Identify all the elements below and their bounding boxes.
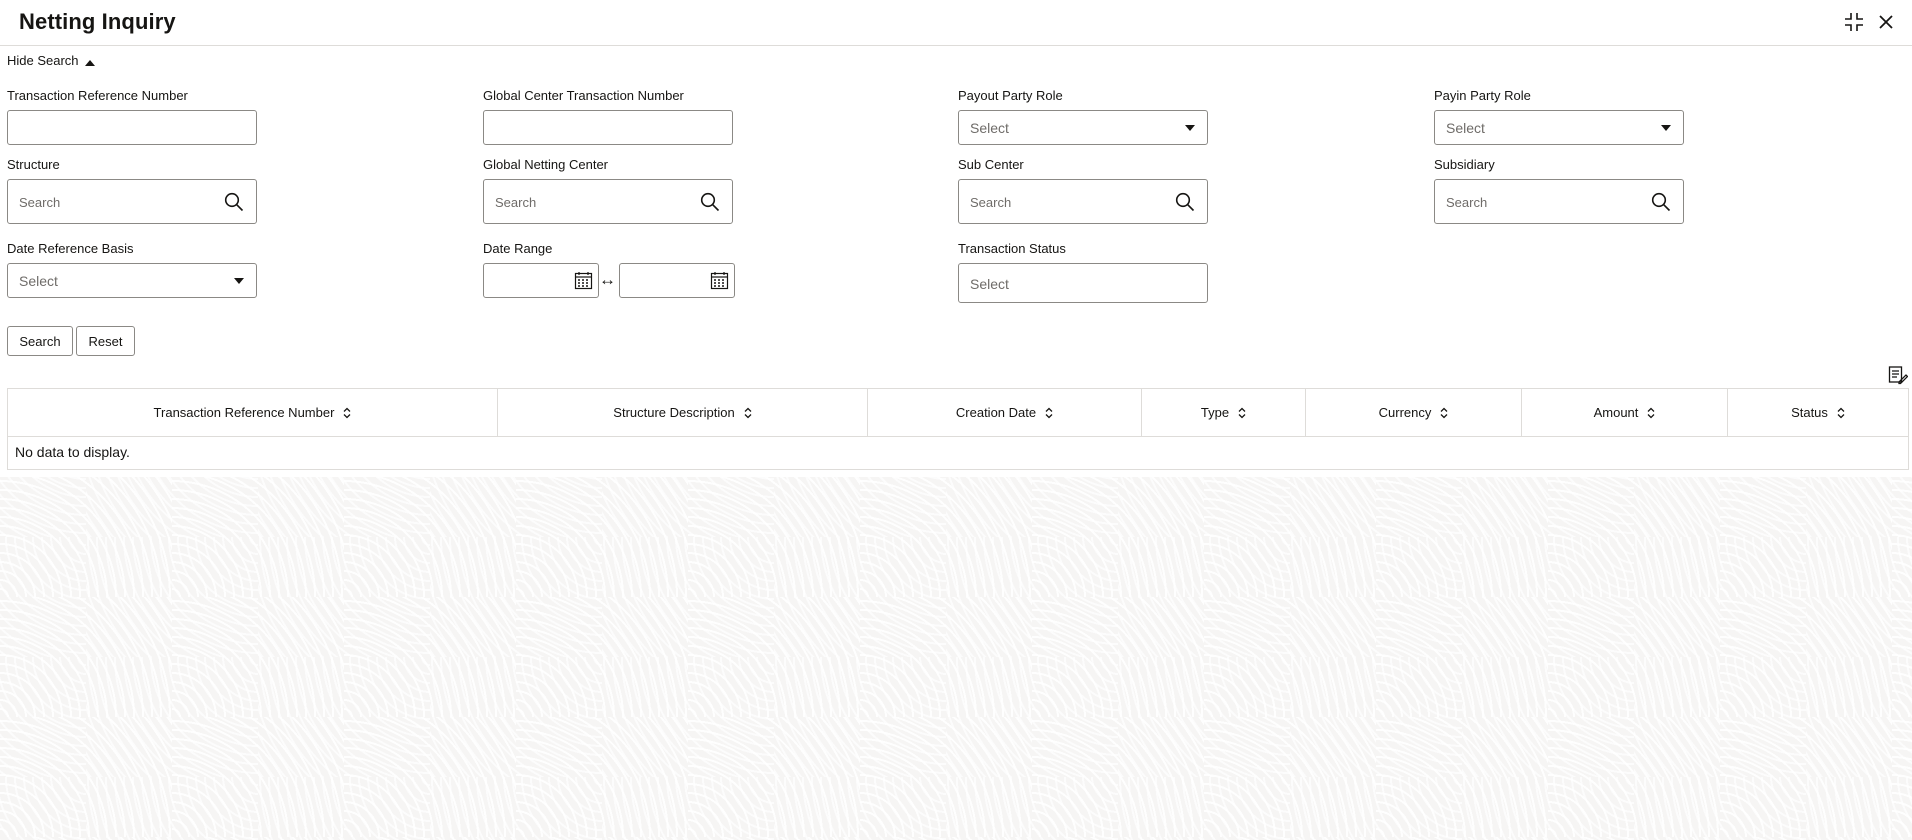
- collapse-icon[interactable]: [1843, 11, 1865, 33]
- transaction-status-select[interactable]: Select: [958, 263, 1208, 303]
- date-range-from-input[interactable]: [483, 263, 599, 298]
- sort-icon: [1045, 407, 1053, 418]
- chevron-down-icon: [1185, 125, 1195, 131]
- payout-party-role-select[interactable]: Select: [958, 110, 1208, 145]
- page-header: Netting Inquiry: [0, 0, 1912, 46]
- chevron-down-icon: [1661, 125, 1671, 131]
- date-reference-basis-label: Date Reference Basis: [7, 241, 134, 256]
- search-icon[interactable]: [1651, 192, 1671, 212]
- sort-icon: [1440, 407, 1448, 418]
- sub-center-placeholder: Search: [970, 195, 1012, 210]
- sort-icon: [744, 407, 752, 418]
- structure-search-input[interactable]: Search: [7, 179, 257, 224]
- global-netting-center-label: Global Netting Center: [483, 157, 609, 172]
- caret-up-icon: [84, 59, 95, 66]
- column-header-currency[interactable]: Currency: [1306, 389, 1522, 436]
- calendar-icon[interactable]: [574, 271, 593, 290]
- close-icon[interactable]: [1875, 11, 1897, 33]
- structure-placeholder: Search: [19, 195, 61, 210]
- sort-icon: [1837, 407, 1845, 418]
- sort-icon: [343, 407, 351, 418]
- column-header-transaction-reference-number[interactable]: Transaction Reference Number: [8, 389, 498, 436]
- date-range-label: Date Range: [483, 241, 553, 256]
- reset-button[interactable]: Reset: [76, 326, 135, 356]
- global-netting-center-placeholder: Search: [495, 195, 537, 210]
- hide-search-label: Hide Search: [7, 53, 79, 68]
- date-reference-basis-select[interactable]: Select: [7, 263, 257, 298]
- search-icon[interactable]: [224, 192, 244, 212]
- column-header-label: Structure Description: [613, 405, 735, 420]
- payout-party-role-label: Payout Party Role: [958, 88, 1063, 103]
- search-icon[interactable]: [700, 192, 720, 212]
- global-center-transaction-number-label: Global Center Transaction Number: [483, 88, 684, 103]
- search-icon[interactable]: [1175, 192, 1195, 212]
- structure-label: Structure: [7, 157, 60, 172]
- subsidiary-search-input[interactable]: Search: [1434, 179, 1684, 224]
- column-header-label: Currency: [1378, 405, 1432, 420]
- column-header-label: Transaction Reference Number: [153, 405, 335, 420]
- page-title: Netting Inquiry: [19, 9, 176, 34]
- column-header-structure-description[interactable]: Structure Description: [498, 389, 868, 436]
- global-netting-center-search-input[interactable]: Search: [483, 179, 733, 224]
- search-button[interactable]: Search: [7, 326, 73, 356]
- results-table: Transaction Reference Number Structure D…: [7, 388, 1909, 470]
- sort-icon: [1647, 407, 1655, 418]
- sub-center-label: Sub Center: [958, 157, 1024, 172]
- payin-party-role-value: Select: [1446, 120, 1485, 136]
- hide-search-toggle[interactable]: Hide Search: [7, 53, 95, 68]
- calendar-icon[interactable]: [710, 271, 729, 290]
- column-header-type[interactable]: Type: [1142, 389, 1306, 436]
- subsidiary-placeholder: Search: [1446, 195, 1488, 210]
- sub-center-search-input[interactable]: Search: [958, 179, 1208, 224]
- transaction-reference-number-label: Transaction Reference Number: [7, 88, 188, 103]
- date-range-separator: ↔: [599, 270, 616, 289]
- subsidiary-label: Subsidiary: [1434, 157, 1495, 172]
- payin-party-role-select[interactable]: Select: [1434, 110, 1684, 145]
- transaction-status-value: Select: [970, 276, 1009, 292]
- transaction-reference-number-input[interactable]: [7, 110, 257, 145]
- column-settings-icon[interactable]: [1888, 365, 1908, 385]
- table-header: Transaction Reference Number Structure D…: [8, 389, 1908, 437]
- column-header-label: Amount: [1593, 405, 1639, 420]
- column-header-status[interactable]: Status: [1728, 389, 1908, 436]
- transaction-status-label: Transaction Status: [958, 241, 1066, 256]
- date-reference-basis-value: Select: [19, 273, 58, 289]
- column-header-creation-date[interactable]: Creation Date: [868, 389, 1142, 436]
- column-header-label: Status: [1791, 405, 1828, 420]
- global-center-transaction-number-input[interactable]: [483, 110, 733, 145]
- sort-icon: [1238, 407, 1246, 418]
- payout-party-role-value: Select: [970, 120, 1009, 136]
- background-pattern: [0, 477, 1912, 840]
- column-header-label: Creation Date: [955, 405, 1037, 420]
- column-header-label: Type: [1200, 405, 1230, 420]
- date-range-to-input[interactable]: [619, 263, 735, 298]
- payin-party-role-label: Payin Party Role: [1434, 88, 1531, 103]
- table-empty-message: No data to display.: [15, 444, 130, 460]
- column-header-amount[interactable]: Amount: [1522, 389, 1728, 436]
- chevron-down-icon: [234, 278, 244, 284]
